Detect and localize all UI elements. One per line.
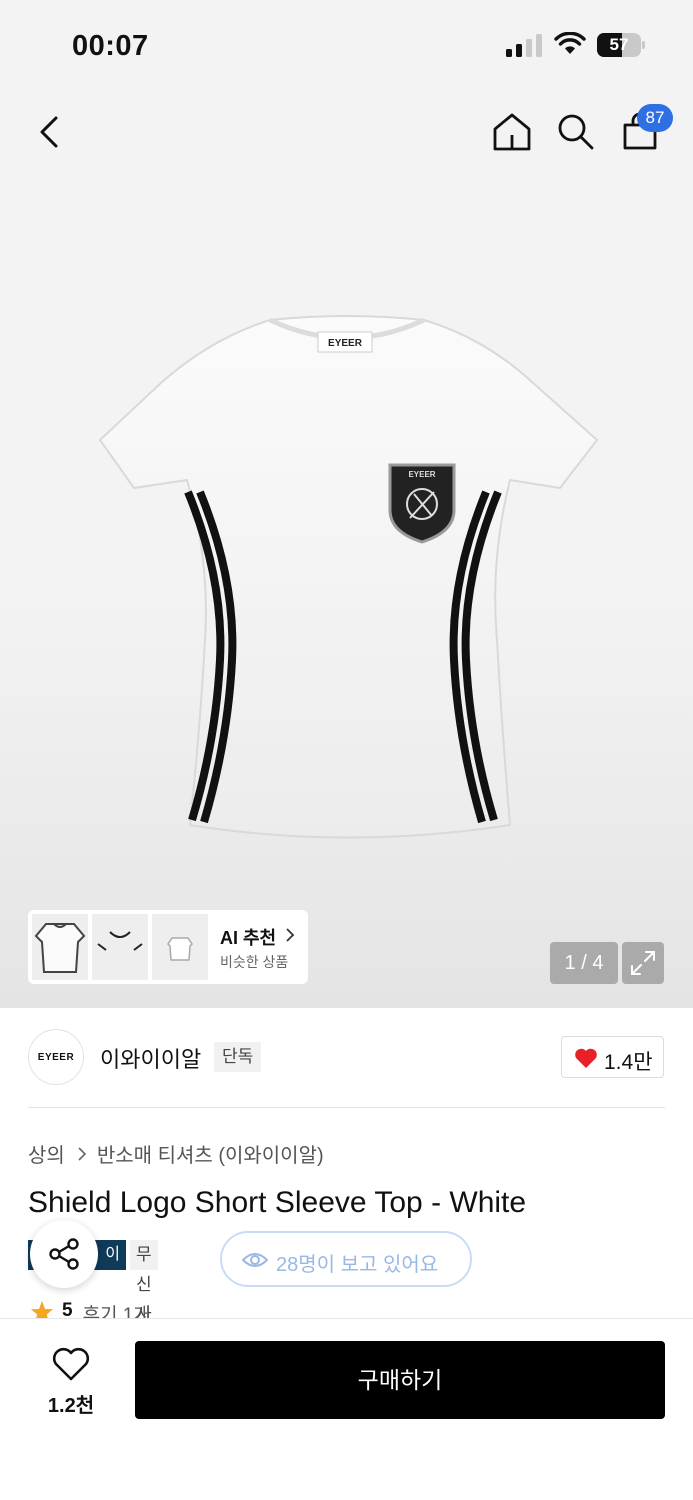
brand-logo[interactable]: EYEER — [28, 1029, 84, 1085]
product-title: Shield Logo Short Sleeve Top - White — [28, 1186, 527, 1219]
buy-button[interactable]: 구매하기 — [135, 1341, 665, 1419]
viewers-notice: 28명이 보고 있어요 — [220, 1231, 472, 1287]
chevron-right-icon — [78, 1146, 86, 1161]
status-bar: 00:07 57 — [0, 0, 693, 92]
divider — [28, 1107, 665, 1108]
svg-text:EYEER: EYEER — [328, 338, 363, 349]
exclusive-badge: 무신사단독 — [130, 1240, 158, 1384]
thumbnail-2[interactable] — [92, 914, 148, 980]
breadcrumb: 상의 반소매 티셔츠 (이와이이알) — [28, 1139, 324, 1168]
expand-icon — [631, 951, 655, 975]
viewers-text: 28명이 보고 있어요 — [276, 1254, 439, 1276]
home-icon[interactable] — [490, 110, 534, 154]
bottom-action-bar: 1.2천 구매하기 — [0, 1318, 693, 1500]
battery-indicator: 57 — [597, 33, 645, 57]
product-image[interactable]: EYEER EYEER — [92, 310, 602, 850]
brand-like-count: 1.4만 — [604, 1051, 653, 1074]
cellular-signal-icon — [506, 34, 542, 57]
product-gallery[interactable]: 87 EYEER EYEER AI 추천 비슷한 상품 1 / 4 — [0, 92, 693, 1008]
brand-name[interactable]: 이와이이알 — [100, 1042, 201, 1074]
chevron-left-icon[interactable] — [30, 112, 70, 152]
cart-count-badge: 87 — [637, 104, 673, 132]
ai-recommend-title[interactable]: AI 추천 — [220, 924, 276, 950]
expand-button[interactable] — [622, 942, 664, 984]
svg-text:EYEER: EYEER — [408, 470, 435, 479]
breadcrumb-category[interactable]: 상의 — [28, 1139, 65, 1168]
heart-filled-icon — [575, 1048, 597, 1068]
thumbnail-3[interactable] — [152, 914, 208, 980]
thumbnail-strip: AI 추천 비슷한 상품 — [28, 910, 308, 984]
wishlist-count: 1.2천 — [47, 1395, 95, 1417]
status-time: 00:07 — [72, 30, 149, 62]
wishlist-button[interactable]: 1.2천 — [28, 1343, 114, 1417]
brand-like-button[interactable]: 1.4만 — [561, 1036, 664, 1078]
image-page-indicator: 1 / 4 — [550, 942, 618, 984]
chevron-right-icon[interactable] — [285, 928, 295, 942]
search-icon[interactable] — [554, 110, 598, 154]
exclusive-tag: 단독 — [214, 1042, 262, 1072]
share-button[interactable] — [30, 1220, 98, 1288]
wifi-icon — [554, 32, 586, 54]
ai-recommend-subtitle[interactable]: 비슷한 상품 — [220, 952, 288, 972]
share-icon — [49, 1238, 79, 1270]
heart-outline-icon — [52, 1347, 90, 1381]
thumbnail-1[interactable] — [32, 914, 88, 980]
eye-icon — [242, 1253, 268, 1267]
breadcrumb-subcategory[interactable]: 반소매 티셔츠 (이와이이알) — [97, 1139, 324, 1168]
battery-percent: 57 — [609, 35, 629, 54]
